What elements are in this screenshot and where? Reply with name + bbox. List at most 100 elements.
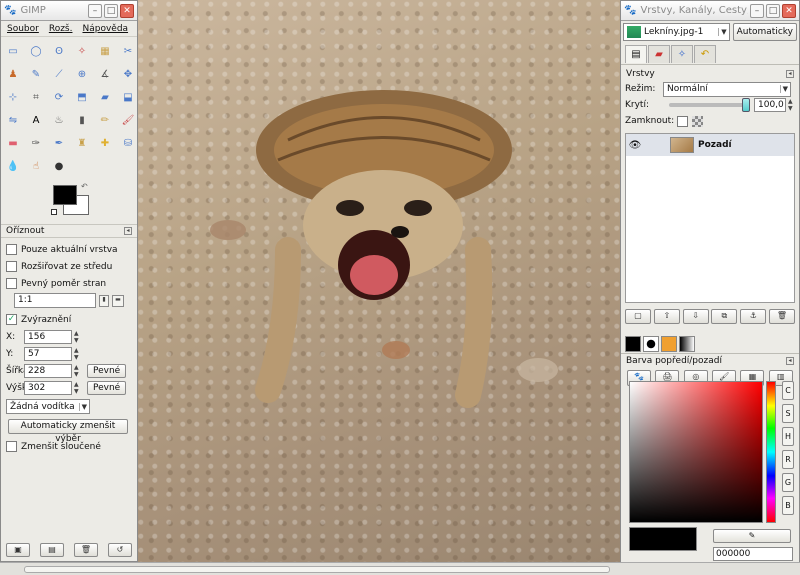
brushes-tab-icon[interactable]: [643, 336, 659, 352]
maximize-icon[interactable]: □: [104, 3, 118, 18]
pencil-tool[interactable]: ✏: [94, 109, 116, 131]
shear-tool[interactable]: ▰: [94, 86, 116, 108]
rotate-tool[interactable]: ⟳: [48, 86, 70, 108]
guides-select[interactable]: Žádná vodítka ▼: [6, 399, 91, 414]
y-input[interactable]: 57: [24, 346, 72, 361]
patterns-tab-icon[interactable]: [661, 336, 677, 352]
airbrush-tool[interactable]: ✑: [25, 132, 47, 154]
fg-bg-tab-icon[interactable]: [625, 336, 641, 352]
hex-color-input[interactable]: 000000: [713, 547, 793, 561]
perspective-tool[interactable]: ⬓: [117, 86, 139, 108]
layer-row[interactable]: 👁 Pozadí: [626, 134, 794, 156]
reset-options-icon[interactable]: ↺: [108, 543, 132, 557]
new-layer-icon[interactable]: ▢: [625, 309, 651, 324]
move-tool[interactable]: ✥: [117, 63, 139, 85]
foreground-color-swatch[interactable]: [53, 185, 77, 205]
portrait-icon[interactable]: ▮: [99, 294, 109, 307]
blur-tool[interactable]: 💧: [2, 155, 24, 177]
smudge-tool[interactable]: ☝: [25, 155, 47, 177]
fuzzy-select-tool[interactable]: ✧: [71, 40, 93, 62]
align-tool[interactable]: ⊹: [2, 86, 24, 108]
ink-tool[interactable]: ✒: [48, 132, 70, 154]
crop-tool[interactable]: ⌗: [25, 86, 47, 108]
perspective-clone-tool[interactable]: ⛁: [117, 132, 139, 154]
gradients-tab-icon[interactable]: [679, 336, 695, 352]
menu-help[interactable]: Nápověda: [82, 24, 128, 34]
x-spin-icon[interactable]: ▲ ▼: [74, 330, 81, 344]
delete-options-icon[interactable]: 🗑: [74, 543, 98, 557]
text-tool[interactable]: A: [25, 109, 47, 131]
menu-extensions[interactable]: Rozš.: [49, 24, 73, 34]
zoom-tool[interactable]: ⊕: [71, 63, 93, 85]
shrink-merged-checkbox[interactable]: [6, 441, 17, 452]
delete-layer-icon[interactable]: 🗑: [768, 309, 795, 324]
paths-tool[interactable]: ✎: [25, 63, 47, 85]
tab-menu-icon[interactable]: ◂: [786, 357, 794, 365]
save-options-icon[interactable]: ▣: [6, 543, 30, 557]
opacity-spin-icon[interactable]: ▲ ▼: [788, 98, 795, 112]
duplicate-layer-icon[interactable]: ⧉: [711, 309, 738, 324]
width-spin-icon[interactable]: ▲ ▼: [74, 364, 81, 378]
clone-tool[interactable]: ♜: [71, 132, 93, 154]
mode-select[interactable]: Normální ▼: [663, 81, 791, 97]
raise-layer-icon[interactable]: ⇧: [653, 309, 680, 324]
restore-options-icon[interactable]: ▤: [40, 543, 64, 557]
tab-menu-icon[interactable]: ◂: [786, 70, 794, 78]
height-spin-icon[interactable]: ▲ ▼: [74, 381, 81, 395]
opacity-slider[interactable]: [669, 98, 750, 112]
highlight-checkbox[interactable]: ✓: [6, 314, 17, 325]
channel-c-button[interactable]: C: [782, 381, 794, 400]
expand-center-checkbox[interactable]: [6, 261, 17, 272]
layers-tab-icon[interactable]: ▤: [625, 45, 647, 63]
foreground-select-tool[interactable]: ♟: [2, 63, 24, 85]
close-icon[interactable]: ✕: [782, 3, 796, 18]
opacity-input[interactable]: 100,0: [754, 98, 786, 112]
color-picker-tool[interactable]: ⟋: [48, 63, 70, 85]
channel-b-button[interactable]: B: [782, 496, 794, 515]
minimize-icon[interactable]: –: [88, 3, 102, 18]
fixed-width-button[interactable]: Pevné: [87, 363, 127, 378]
ellipse-select-tool[interactable]: ◯: [25, 40, 47, 62]
width-input[interactable]: 228: [24, 363, 72, 378]
heal-tool[interactable]: ✚: [94, 132, 116, 154]
height-input[interactable]: 302: [24, 380, 72, 395]
landscape-icon[interactable]: ▬: [112, 294, 124, 307]
channels-tab-icon[interactable]: ▰: [648, 45, 670, 63]
current-layer-checkbox[interactable]: [6, 244, 17, 255]
close-icon[interactable]: ✕: [120, 3, 134, 18]
tab-menu-icon[interactable]: ◂: [124, 227, 132, 235]
current-color-swatch[interactable]: [629, 527, 697, 551]
y-spin-icon[interactable]: ▲ ▼: [74, 347, 81, 361]
paintbrush-tool[interactable]: 🖌: [117, 109, 139, 131]
horizontal-scrollbar[interactable]: [24, 566, 610, 573]
channel-h-button[interactable]: H: [782, 427, 794, 446]
opacity-slider-handle[interactable]: [742, 98, 750, 112]
hue-strip[interactable]: [766, 381, 776, 523]
channel-g-button[interactable]: G: [782, 473, 794, 492]
free-select-tool[interactable]: ʘ: [48, 40, 70, 62]
fixed-height-button[interactable]: Pevné: [87, 380, 127, 395]
visibility-eye-icon[interactable]: 👁: [626, 140, 644, 151]
channel-r-button[interactable]: R: [782, 450, 794, 469]
lower-layer-icon[interactable]: ⇩: [682, 309, 709, 324]
swap-colors-icon[interactable]: ↶: [81, 182, 88, 191]
paths-tab-icon[interactable]: ✧: [671, 45, 693, 63]
eraser-tool[interactable]: ▬: [2, 132, 24, 154]
select-by-color-tool[interactable]: ▦: [94, 40, 116, 62]
lock-pixels-checkbox[interactable]: [677, 115, 689, 127]
maximize-icon[interactable]: □: [766, 3, 780, 18]
x-input[interactable]: 156: [24, 329, 72, 344]
dock-titlebar[interactable]: 🐾 Vrstvy, Kanály, Cesty, ... – □ ✕: [621, 1, 799, 21]
reset-colors-icon[interactable]: [51, 209, 57, 215]
ratio-input[interactable]: 1:1: [14, 293, 96, 308]
menu-file[interactable]: Soubor: [7, 24, 39, 34]
blend-tool[interactable]: ▮: [71, 109, 93, 131]
color-picker-area[interactable]: [629, 381, 763, 523]
auto-shrink-button[interactable]: Automaticky zmenšit výběr: [8, 419, 128, 444]
channel-s-button[interactable]: S: [782, 404, 794, 423]
bucket-fill-tool[interactable]: ♨: [48, 109, 70, 131]
image-select[interactable]: Lekníny.jpg-1 ▼: [623, 23, 730, 41]
fixed-ratio-checkbox[interactable]: [6, 278, 17, 289]
toolbox-titlebar[interactable]: 🐾 GIMP – □ ✕: [1, 1, 137, 21]
measure-tool[interactable]: ∡: [94, 63, 116, 85]
